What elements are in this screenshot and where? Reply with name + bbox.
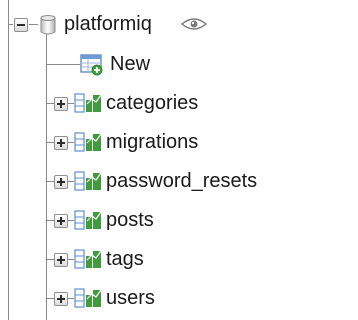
table-name-link[interactable]: migrations: [106, 126, 198, 158]
table-name-link[interactable]: categories: [106, 87, 198, 119]
collapse-toggle-icon[interactable]: [14, 18, 28, 32]
tree-item-new-table[interactable]: New: [0, 48, 358, 80]
table-structure-icon[interactable]: [74, 131, 102, 158]
tree-item-table[interactable]: password_resets: [0, 165, 358, 197]
expand-toggle-icon[interactable]: [54, 175, 68, 189]
table-name-link[interactable]: users: [106, 282, 155, 314]
tree-item-table[interactable]: users: [0, 282, 358, 314]
table-structure-icon[interactable]: [74, 209, 102, 236]
expand-toggle-icon[interactable]: [54, 136, 68, 150]
table-name-link[interactable]: password_resets: [106, 165, 257, 197]
expand-toggle-icon[interactable]: [54, 214, 68, 228]
navigation-tree: platformiq New categories migrations pas…: [0, 0, 358, 320]
table-name-link[interactable]: posts: [106, 204, 154, 236]
expand-toggle-icon[interactable]: [54, 292, 68, 306]
expand-toggle-icon[interactable]: [54, 253, 68, 267]
table-structure-icon[interactable]: [74, 287, 102, 314]
new-table-link[interactable]: New: [110, 48, 150, 80]
database-name-link[interactable]: platformiq: [64, 8, 152, 40]
table-structure-icon[interactable]: [74, 248, 102, 275]
tree-item-table[interactable]: categories: [0, 87, 358, 119]
table-name-link[interactable]: tags: [106, 243, 144, 275]
tree-item-table[interactable]: migrations: [0, 126, 358, 158]
table-structure-icon[interactable]: [74, 170, 102, 197]
eye-icon[interactable]: [180, 17, 208, 36]
new-table-icon: [80, 54, 104, 81]
table-structure-icon[interactable]: [74, 92, 102, 119]
tree-item-table[interactable]: posts: [0, 204, 358, 236]
tree-item-database[interactable]: platformiq: [0, 8, 358, 40]
tree-item-table[interactable]: tags: [0, 243, 358, 275]
database-cylinder-icon: [38, 13, 58, 42]
expand-toggle-icon[interactable]: [54, 97, 68, 111]
